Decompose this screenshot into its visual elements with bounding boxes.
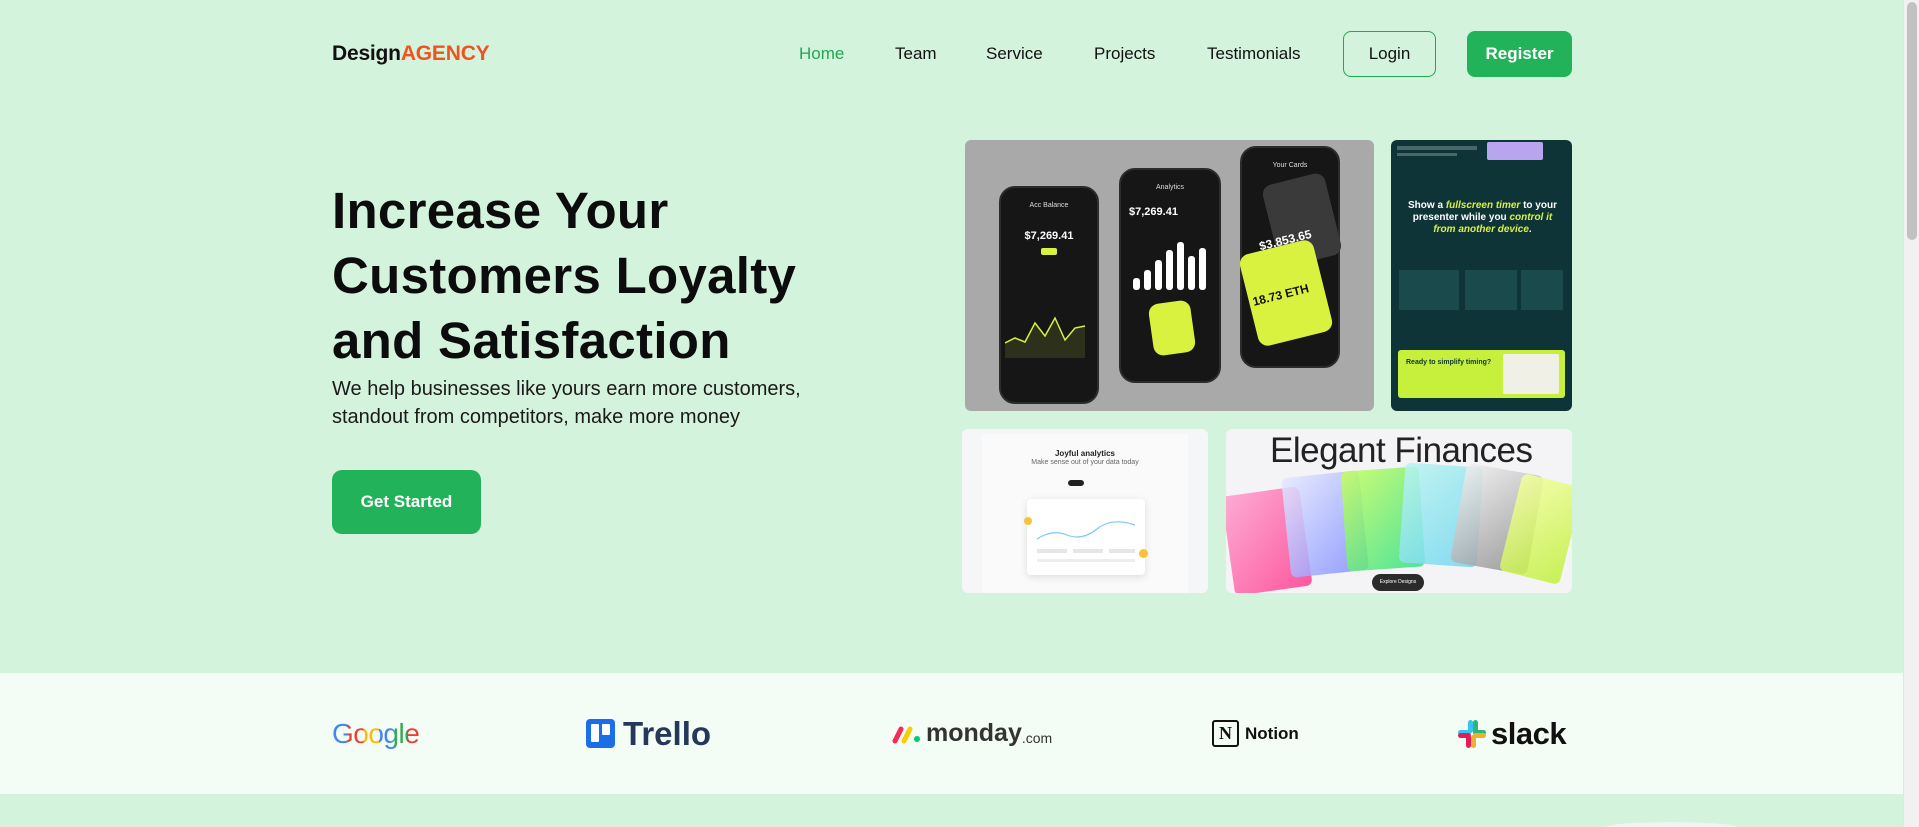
partner-logos: Google Trello monday .com N Notion slack [0, 673, 1903, 794]
logo-primary-text: Design [332, 42, 401, 65]
analytics-cta [1068, 480, 1084, 486]
slack-logo-text: slack [1491, 715, 1567, 751]
mini-screenshot [1487, 142, 1543, 160]
headline-highlight: fullscreen timer [1445, 200, 1521, 211]
monday-logo-suffix: .com [1021, 729, 1053, 746]
nav-home[interactable]: Home [799, 44, 844, 64]
hero-subtitle: We help businesses like yours earn more … [332, 378, 801, 428]
analytics-subtitle: Make sense out of your data today [1031, 459, 1139, 466]
dashboard-chart [1036, 521, 1136, 562]
slack-icon [1458, 719, 1486, 748]
phone-balance: $7,269.41 [1129, 206, 1178, 218]
monday-icon [892, 726, 920, 743]
google-logo-text: Google [332, 717, 420, 749]
monday-logo-text: monday [926, 719, 1022, 747]
earnings-line-chart [1005, 316, 1086, 358]
balance-badge [1041, 248, 1057, 255]
gallery-image-analytics: Joyful analytics Make sense out of your … [962, 429, 1208, 593]
eth-card [1147, 299, 1197, 357]
emoji-icon [1139, 549, 1148, 558]
phone-mockup: Your Cards $3,853.65 18.73 ETH [1237, 146, 1344, 368]
phone-mockup: Acc Balance $7,269.41 [999, 186, 1099, 404]
logo-accent-text: AGENCY [400, 42, 490, 65]
scrollbar-thumb[interactable] [1907, 2, 1917, 240]
login-button[interactable]: Login [1343, 31, 1436, 77]
feature-block [1399, 270, 1459, 310]
analytics-dashboard [1027, 499, 1145, 575]
headline-text: Show a [1408, 200, 1446, 211]
notion-logo-text: Notion [1245, 723, 1299, 743]
analytics-title: Joyful analytics [1054, 449, 1116, 458]
nav-team[interactable]: Team [895, 44, 937, 64]
phone-mockup: Analytics $7,269.41 [1119, 168, 1221, 383]
get-started-button[interactable]: Get Started [332, 470, 481, 534]
trello-logo: Trello [586, 673, 711, 794]
slack-logo: slack [1457, 673, 1567, 794]
text-line [1397, 153, 1457, 156]
hero-title: Increase Your Customers Loyalty and Sati… [332, 182, 797, 369]
nav-service[interactable]: Service [986, 44, 1043, 64]
nav-testimonials[interactable]: Testimonials [1207, 44, 1301, 64]
next-section-element [1606, 822, 1736, 827]
presenter-photo [1503, 354, 1559, 394]
page-scrollbar[interactable] [1903, 0, 1919, 827]
timer-headline: Show a fullscreen timer to your presente… [1405, 200, 1560, 236]
brand-logo[interactable]: DesignAGENCY [332, 42, 490, 66]
headline-text: . [1528, 224, 1532, 235]
emoji-icon [1024, 517, 1032, 525]
gallery-image-timer-app: Show a fullscreen timer to your presente… [1391, 140, 1572, 411]
gallery-image-finance-app: Acc Balance $7,269.41 Analytics $7,269.4… [965, 140, 1374, 411]
notion-logo: N Notion [1212, 673, 1299, 794]
trello-logo-text: Trello [623, 714, 712, 752]
text-line [1397, 146, 1477, 150]
phone-screen-title: Acc Balance [1029, 202, 1069, 209]
timer-cta-text: Ready to simplify timing? [1406, 359, 1492, 366]
register-button[interactable]: Register [1467, 31, 1572, 77]
notion-icon: N [1212, 720, 1239, 747]
phone-screen-title: Your Cards [1272, 162, 1308, 169]
google-logo: Google [332, 673, 420, 794]
explore-designs-button: Explore Designs [1372, 574, 1424, 591]
phone-balance: $7,269.41 [1024, 230, 1074, 242]
finances-title: Elegant Finances [1270, 431, 1533, 470]
nav-projects[interactable]: Projects [1094, 44, 1155, 64]
trello-icon [586, 719, 615, 748]
feature-block [1465, 270, 1517, 310]
timer-cta-banner: Ready to simplify timing? [1398, 350, 1565, 398]
phone-screen-title: Analytics [1155, 184, 1184, 191]
gallery-image-finances: Elegant Finances Explore Designs [1226, 429, 1572, 593]
feature-block [1521, 270, 1563, 310]
monday-logo: monday .com [892, 673, 1052, 794]
income-bar-chart [1133, 242, 1206, 290]
